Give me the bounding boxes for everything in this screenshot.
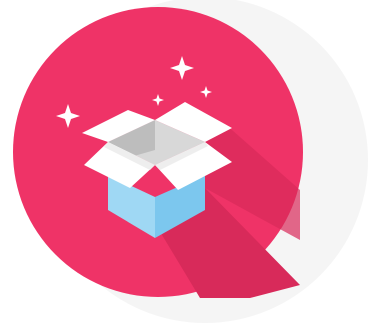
open-box-icon: [13, 0, 368, 323]
icon-canvas: [0, 0, 369, 324]
